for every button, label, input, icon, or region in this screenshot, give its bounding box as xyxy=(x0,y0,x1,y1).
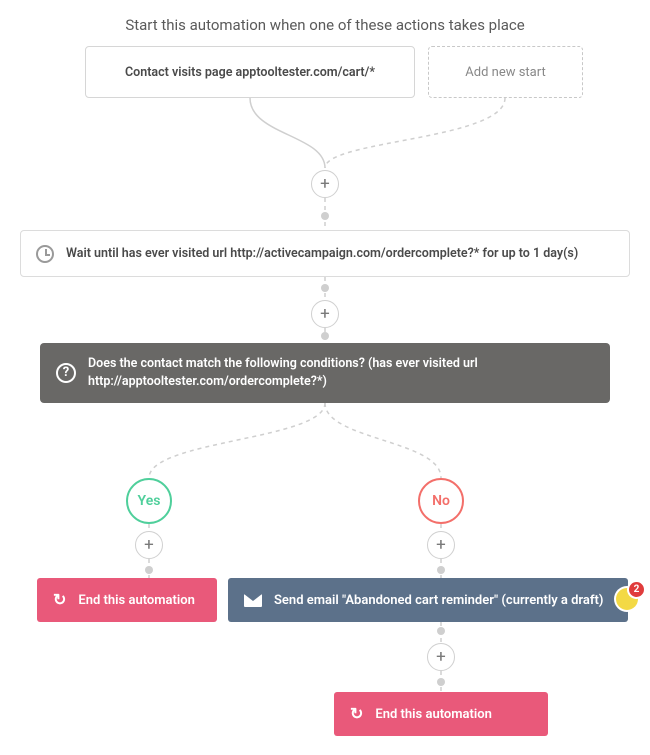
wait-text: Wait until has ever visited url http://a… xyxy=(66,246,578,261)
connector-dot xyxy=(437,627,445,635)
sync-icon: ↻ xyxy=(350,706,363,722)
clock-icon xyxy=(36,245,54,263)
mail-icon xyxy=(244,594,262,607)
connector-dot xyxy=(145,566,153,574)
connector-dot xyxy=(321,332,329,340)
send-email-node[interactable]: Send email "Abandoned cart reminder" (cu… xyxy=(228,578,628,622)
start-trigger-node[interactable]: Contact visits page apptooltester.com/ca… xyxy=(85,46,415,98)
page-title: Start this automation when one of these … xyxy=(0,16,650,34)
add-step-button[interactable]: + xyxy=(311,170,339,198)
end-automation-no[interactable]: ↻ End this automation xyxy=(334,692,548,736)
end-automation-label: End this automation xyxy=(375,707,492,722)
wait-node[interactable]: Wait until has ever visited url http://a… xyxy=(20,230,630,277)
add-new-start-label: Add new start xyxy=(465,65,545,80)
question-icon: ? xyxy=(56,363,76,383)
connector-dot xyxy=(437,678,445,686)
sync-icon: ↻ xyxy=(53,592,66,608)
no-label: No xyxy=(432,493,450,509)
add-step-button[interactable]: + xyxy=(135,531,163,559)
connector-dot xyxy=(321,284,329,292)
end-automation-label: End this automation xyxy=(78,593,195,608)
condition-text: Does the contact match the following con… xyxy=(88,355,594,391)
add-step-button[interactable]: + xyxy=(427,643,455,671)
connector-dot xyxy=(321,212,329,220)
add-new-start-button[interactable]: Add new start xyxy=(428,46,583,98)
branch-no[interactable]: No xyxy=(418,478,464,524)
add-step-button[interactable]: + xyxy=(427,531,455,559)
yes-label: Yes xyxy=(138,493,161,509)
condition-node[interactable]: ? Does the contact match the following c… xyxy=(40,343,610,403)
end-automation-yes[interactable]: ↻ End this automation xyxy=(37,578,217,622)
note-badge[interactable] xyxy=(616,588,638,610)
connector-dot xyxy=(437,566,445,574)
branch-yes[interactable]: Yes xyxy=(126,478,172,524)
start-trigger-label: Contact visits page apptooltester.com/ca… xyxy=(125,65,375,80)
send-email-label: Send email "Abandoned cart reminder" (cu… xyxy=(274,593,603,608)
add-step-button[interactable]: + xyxy=(311,300,339,328)
